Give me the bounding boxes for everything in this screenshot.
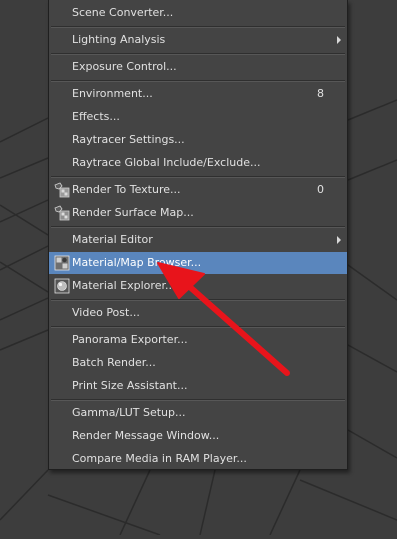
- red-pointer-arrow: [157, 262, 290, 376]
- red-arrow-shaft: [179, 277, 290, 376]
